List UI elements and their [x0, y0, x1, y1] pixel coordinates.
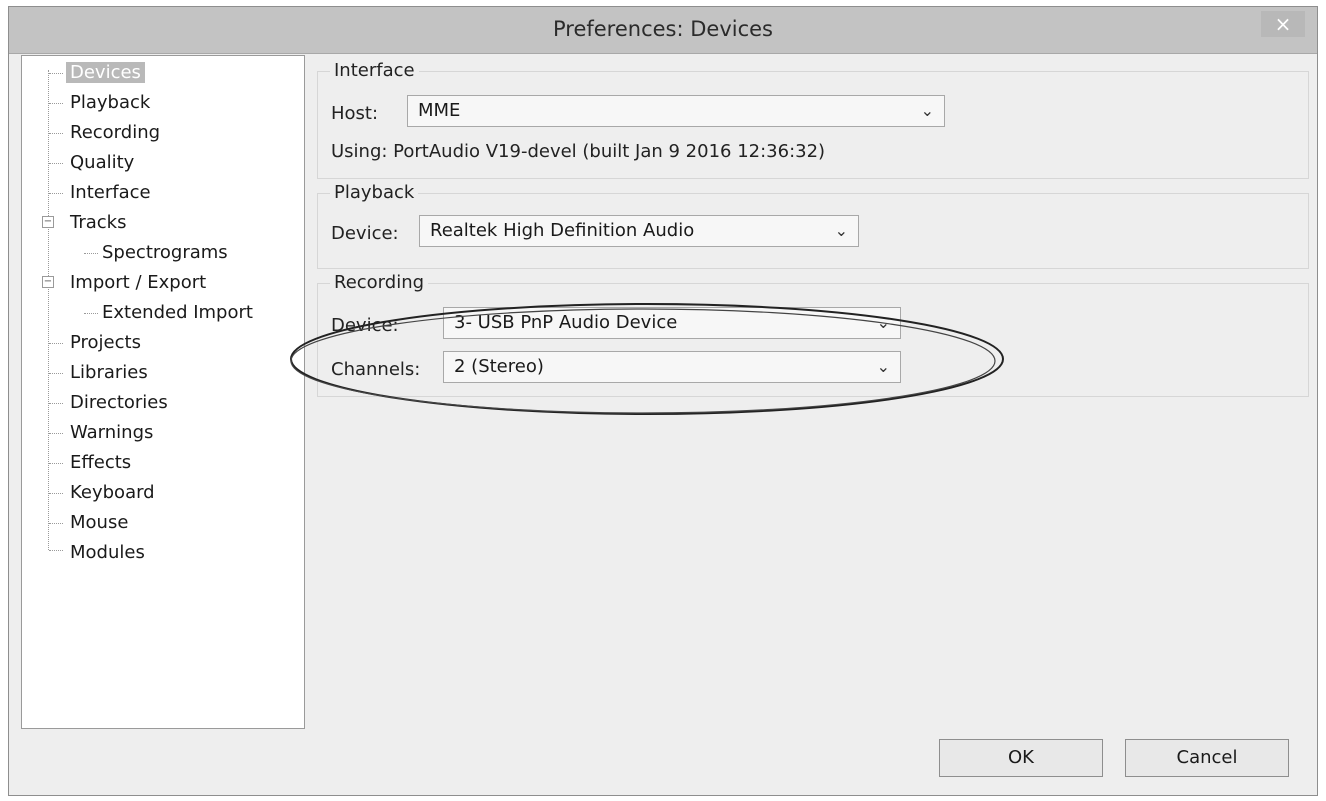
tree-item-modules[interactable]: Modules [66, 540, 149, 566]
tree-connector-line [48, 70, 49, 550]
tree-item-recording[interactable]: Recording [66, 120, 164, 146]
recording-group-label: Recording [330, 272, 429, 293]
tree-item-mouse[interactable]: Mouse [66, 510, 132, 536]
tree-item-directories[interactable]: Directories [66, 390, 172, 416]
tree-item-quality[interactable]: Quality [66, 150, 138, 176]
tree-item-keyboard[interactable]: Keyboard [66, 480, 159, 506]
tree-item-projects[interactable]: Projects [66, 330, 145, 356]
host-label: Host: [331, 103, 379, 124]
playback-device-label: Device: [331, 223, 399, 244]
tree-item-devices[interactable]: Devices [66, 60, 145, 86]
close-icon[interactable]: × [1261, 11, 1305, 37]
tree-item-extended-import[interactable]: Extended Import [98, 300, 257, 326]
tree-item-interface[interactable]: Interface [66, 180, 155, 206]
collapse-tracks-icon[interactable]: − [42, 216, 54, 228]
tree-item-playback[interactable]: Playback [66, 90, 154, 116]
ok-button[interactable]: OK [939, 739, 1103, 777]
playback-device-select[interactable]: Realtek High Definition Audio ⌄ [419, 215, 859, 247]
window-title: Preferences: Devices [552, 17, 774, 41]
preferences-tree[interactable]: Devices Playback Recording Quality Inter… [21, 55, 305, 729]
tree-item-libraries[interactable]: Libraries [66, 360, 152, 386]
highlight-ellipse [290, 303, 1004, 415]
chevron-down-icon: ⌄ [834, 221, 848, 240]
playback-group-label: Playback [330, 182, 419, 203]
cancel-button[interactable]: Cancel [1125, 739, 1289, 777]
tree-item-import-export[interactable]: Import / Export [66, 270, 210, 296]
tree-item-warnings[interactable]: Warnings [66, 420, 157, 446]
title-bar: Preferences: Devices × [9, 7, 1317, 54]
portaudio-version-text: Using: PortAudio V19-devel (built Jan 9 … [331, 141, 826, 162]
tree-item-tracks[interactable]: Tracks [66, 210, 130, 236]
collapse-import-export-icon[interactable]: − [42, 276, 54, 288]
interface-group-label: Interface [330, 60, 419, 81]
tree-item-spectrograms[interactable]: Spectrograms [98, 240, 232, 266]
preferences-window: Preferences: Devices × Devices Playback … [8, 6, 1318, 796]
tree-item-effects[interactable]: Effects [66, 450, 135, 476]
chevron-down-icon: ⌄ [920, 101, 934, 120]
host-select[interactable]: MME ⌄ [407, 95, 945, 127]
